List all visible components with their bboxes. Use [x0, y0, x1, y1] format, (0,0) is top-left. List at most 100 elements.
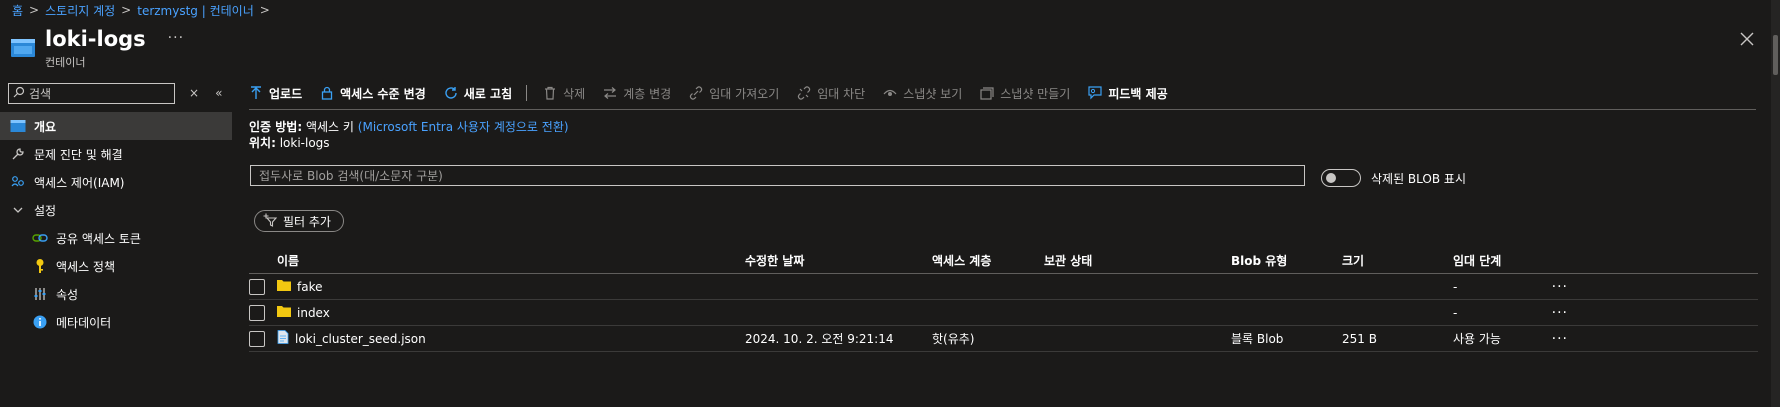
more-options-button[interactable]: ··· [168, 30, 184, 46]
column-header-archive-status[interactable]: 보관 상태 [1044, 252, 1231, 269]
scrollbar-thumb[interactable] [1773, 35, 1778, 75]
sidebar-item-iam[interactable]: 액세스 제어(IAM) [0, 168, 232, 196]
create-snapshot-label: 스냅샷 만들기 [1000, 86, 1071, 101]
container-icon [10, 37, 36, 59]
eye-icon [883, 86, 897, 100]
create-snapshot-button[interactable]: 스냅샷 만들기 [980, 85, 1070, 102]
people-icon [10, 174, 26, 190]
page-subtitle: 컨테이너 [45, 56, 86, 69]
main-content: 업로드 액세스 수준 변경 새로 고침 삭제 계층 변경 임대 가져오기 임대 … [249, 82, 1780, 352]
blob-search-field[interactable] [250, 165, 1305, 186]
show-deleted-label: 삭제된 BLOB 표시 [1371, 171, 1466, 186]
row-more-button[interactable]: ··· [1543, 331, 1568, 347]
change-tier-label: 계층 변경 [623, 86, 672, 101]
sidebar-item-properties[interactable]: 속성 [0, 280, 232, 308]
close-icon[interactable] [1738, 30, 1756, 48]
sidebar-search-placeholder: 검색 [29, 86, 52, 101]
sidebar-item-access-policy[interactable]: 액세스 정책 [0, 252, 232, 280]
row-name-link[interactable]: index [297, 306, 330, 320]
add-filter-label: 필터 추가 [283, 214, 331, 229]
change-access-level-button[interactable]: 액세스 수준 변경 [320, 85, 426, 102]
column-header-modified[interactable]: 수정한 날짜 [745, 252, 932, 269]
sidebar-group-settings[interactable]: 설정 [0, 196, 232, 224]
sidebar-search-input[interactable]: 검색 [8, 82, 175, 104]
refresh-label: 새로 고침 [463, 86, 513, 101]
upload-button[interactable]: 업로드 [249, 85, 302, 102]
row-more-button[interactable]: ··· [1543, 279, 1568, 295]
row-more-button[interactable]: ··· [1543, 305, 1568, 321]
key-icon [32, 258, 48, 274]
feedback-label: 피드백 제공 [1108, 86, 1168, 101]
table-header: 이름 수정한 날짜 액세스 계층 보관 상태 Blob 유형 크기 임대 단계 [249, 247, 1758, 274]
swap-icon [603, 86, 617, 100]
breadcrumb-storage-accounts[interactable]: 스토리지 계정 [45, 2, 115, 19]
switch-to-entra-link[interactable]: (Microsoft Entra 사용자 계정으로 전환) [358, 120, 569, 134]
view-snapshots-label: 스냅샷 보기 [903, 86, 963, 101]
sidebar-item-metadata[interactable]: 메타데이터 [0, 308, 232, 336]
clear-search-button[interactable]: × [189, 86, 199, 100]
blob-search-input[interactable] [259, 168, 1304, 183]
row-checkbox[interactable] [249, 330, 265, 347]
row-name-link[interactable]: loki_cluster_seed.json [295, 332, 426, 346]
row-checkbox[interactable] [249, 304, 265, 321]
breadcrumb: 홈 > 스토리지 계정 > terzmystg | 컨테이너 > [12, 2, 270, 18]
auth-method-label: 인증 방법: [249, 120, 303, 134]
folder-icon [277, 279, 291, 294]
page-header: loki-logs 컨테이너 ··· [10, 26, 184, 70]
column-header-access-tier[interactable]: 액세스 계층 [932, 252, 1044, 269]
sidebar-item-label: 메타데이터 [56, 315, 112, 330]
location-value: loki-logs [279, 136, 330, 150]
show-deleted-blobs: 삭제된 BLOB 표시 [1321, 169, 1466, 187]
show-deleted-toggle[interactable] [1321, 169, 1361, 187]
link-icon [689, 86, 703, 100]
row-size: 251 B [1342, 331, 1377, 346]
link-icon [32, 230, 48, 246]
wrench-icon [10, 146, 26, 162]
row-name-link[interactable]: fake [297, 280, 322, 294]
column-header-blob-type[interactable]: Blob 유형 [1231, 252, 1342, 269]
blob-table: 이름 수정한 날짜 액세스 계층 보관 상태 Blob 유형 크기 임대 단계 … [249, 247, 1758, 352]
table-row[interactable]: index - ··· [249, 300, 1758, 326]
column-header-size[interactable]: 크기 [1342, 252, 1453, 269]
collapse-sidebar-button[interactable]: « [215, 86, 222, 100]
trash-icon [543, 86, 557, 100]
row-checkbox[interactable] [249, 278, 265, 295]
sidebar-item-diagnose[interactable]: 문제 진단 및 해결 [0, 140, 232, 168]
add-filter-button[interactable]: 필터 추가 [254, 210, 344, 232]
refresh-icon [444, 86, 458, 100]
feedback-button[interactable]: 피드백 제공 [1088, 85, 1168, 102]
breadcrumb-containers[interactable]: terzmystg | 컨테이너 [137, 2, 254, 19]
page-scrollbar[interactable] [1771, 0, 1780, 407]
breadcrumb-home[interactable]: 홈 [12, 2, 23, 19]
auth-method-value: 액세스 키 [305, 120, 354, 134]
table-row[interactable]: loki_cluster_seed.json 2024. 10. 2. 오전 9… [249, 326, 1758, 352]
chevron-down-icon [10, 202, 26, 218]
folder-icon [277, 305, 291, 320]
column-header-name[interactable]: 이름 [277, 252, 745, 269]
snapshot-icon [980, 86, 994, 100]
acquire-lease-label: 임대 가져오기 [709, 86, 780, 101]
view-snapshots-button[interactable]: 스냅샷 보기 [883, 85, 962, 102]
refresh-button[interactable]: 새로 고침 [444, 85, 512, 102]
feedback-icon [1088, 86, 1102, 100]
break-lease-button[interactable]: 임대 차단 [797, 85, 865, 102]
row-blob-type: 블록 Blob [1231, 332, 1284, 346]
column-header-lease-state[interactable]: 임대 단계 [1453, 252, 1543, 269]
sidebar-item-sas-token[interactable]: 공유 액세스 토큰 [0, 224, 232, 252]
sidebar-item-overview[interactable]: 개요 [0, 112, 232, 140]
search-icon [13, 86, 25, 101]
change-tier-button[interactable]: 계층 변경 [603, 85, 671, 102]
delete-button[interactable]: 삭제 [543, 85, 585, 102]
row-lease-state: 사용 가능 [1453, 332, 1501, 346]
broken-link-icon [797, 86, 811, 100]
table-row[interactable]: fake - ··· [249, 274, 1758, 300]
sidebar-item-label: 액세스 제어(IAM) [34, 175, 125, 190]
sidebar-item-label: 공유 액세스 토큰 [56, 231, 141, 246]
breadcrumb-separator: > [29, 3, 40, 17]
sidebar: 검색 × « 개요 문제 진단 및 해결 액세스 제어(IAM) 설정 공유 액… [0, 82, 232, 336]
sidebar-item-label: 개요 [34, 119, 57, 134]
upload-label: 업로드 [269, 86, 303, 101]
acquire-lease-button[interactable]: 임대 가져오기 [689, 85, 779, 102]
row-access-tier: 핫(유추) [932, 332, 975, 346]
row-lease-state: - [1453, 279, 1458, 294]
